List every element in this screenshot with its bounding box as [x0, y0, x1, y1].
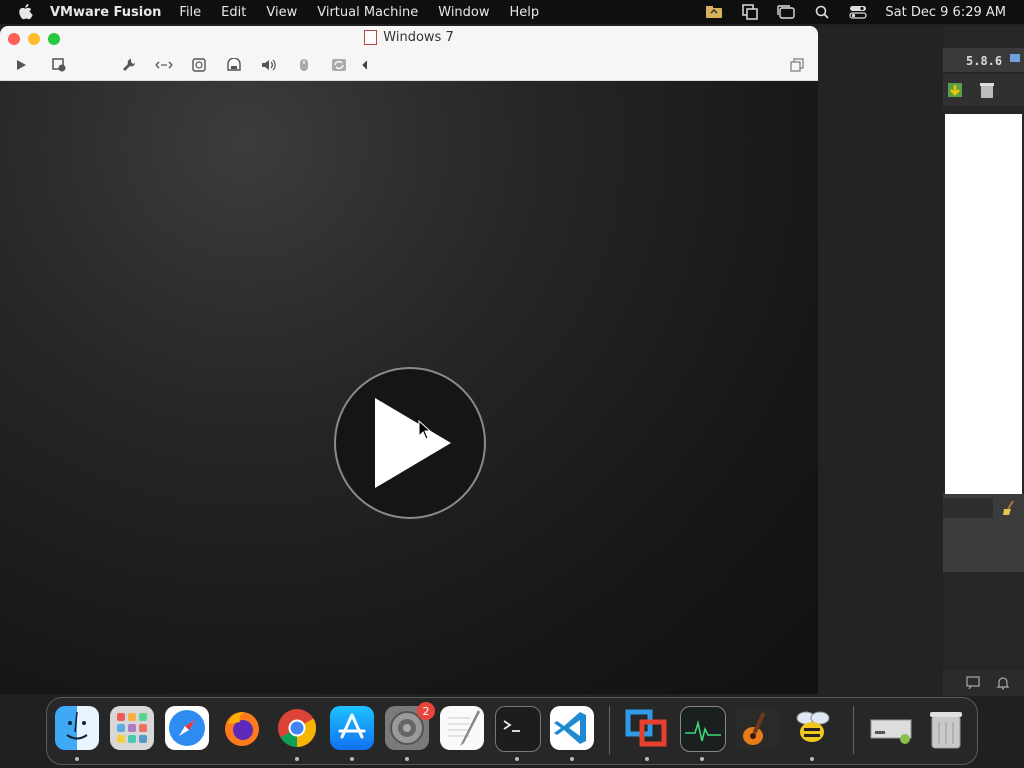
menu-window[interactable]: Window: [438, 5, 489, 20]
activity-monitor-icon[interactable]: [680, 706, 726, 752]
search-icon[interactable]: [813, 4, 831, 20]
broom-icon[interactable]: [1001, 500, 1017, 516]
command-input[interactable]: [943, 498, 993, 518]
window-title: Windows 7: [383, 30, 454, 45]
content-pane[interactable]: [945, 114, 1022, 494]
usb-icon[interactable]: [295, 56, 313, 74]
launchpad-icon[interactable]: [110, 706, 154, 750]
background-toolbar: [943, 74, 1024, 106]
apple-menu-icon[interactable]: [18, 3, 36, 21]
network-icon[interactable]: [155, 56, 173, 74]
menu-file[interactable]: File: [179, 5, 201, 20]
printer-icon[interactable]: [225, 56, 243, 74]
notification-badge: 2: [417, 702, 435, 720]
garageband-icon[interactable]: [735, 706, 779, 750]
snapshot-icon[interactable]: [50, 56, 68, 74]
bell-icon[interactable]: [996, 676, 1010, 690]
menu-view[interactable]: View: [266, 5, 297, 20]
settings-icon[interactable]: 2: [385, 702, 435, 750]
vmware-icon[interactable]: [625, 706, 669, 750]
app-name-menu[interactable]: VMware Fusion: [50, 5, 161, 20]
vm-window: Windows 7: [0, 26, 818, 694]
textedit-icon[interactable]: [440, 706, 484, 750]
fullscreen-icon[interactable]: [788, 56, 806, 74]
finder-icon[interactable]: [55, 706, 99, 750]
play-large-icon: [375, 398, 451, 488]
background-window[interactable]: 5.8.6: [818, 26, 1024, 696]
screen-mirror-icon[interactable]: [741, 4, 759, 20]
menu-help[interactable]: Help: [510, 5, 540, 20]
firefox-icon[interactable]: [220, 706, 264, 750]
menubar: VMware Fusion File Edit View Virtual Mac…: [0, 0, 1024, 24]
play-icon[interactable]: [12, 56, 30, 74]
app-store-icon[interactable]: [330, 706, 374, 750]
chrome-icon[interactable]: [275, 706, 319, 750]
cast-icon[interactable]: [966, 676, 980, 690]
chevron-left-icon[interactable]: [356, 56, 374, 74]
sound-icon[interactable]: [260, 56, 278, 74]
menu-edit[interactable]: Edit: [221, 5, 246, 20]
sync-icon[interactable]: [330, 56, 348, 74]
power-on-button[interactable]: [334, 367, 486, 519]
flag-icon: [1010, 54, 1020, 62]
trash-icon[interactable]: [924, 706, 968, 750]
vm-toolbar: [0, 56, 818, 76]
desktop: VMware Fusion File Edit View Virtual Mac…: [0, 0, 1024, 768]
safari-icon[interactable]: [165, 706, 209, 750]
menubar-clock[interactable]: Sat Dec 9 6:29 AM: [885, 5, 1006, 20]
storage-icon[interactable]: [869, 706, 913, 750]
vscode-icon[interactable]: [550, 706, 594, 750]
document-icon: [364, 30, 378, 45]
window-icon[interactable]: [777, 4, 796, 20]
trash-small-icon[interactable]: [977, 80, 997, 100]
title-bar[interactable]: Windows 7: [0, 26, 818, 81]
control-center-icon[interactable]: [849, 4, 868, 20]
install-icon[interactable]: [945, 80, 965, 100]
mouse-cursor: [418, 420, 432, 440]
terminal-icon[interactable]: [495, 706, 541, 752]
dock: 2: [46, 697, 978, 765]
vm-display[interactable]: [0, 81, 818, 694]
bee-icon[interactable]: [790, 706, 834, 750]
vmware-folder-icon[interactable]: [705, 4, 723, 20]
disk-icon[interactable]: [190, 56, 208, 74]
wrench-icon[interactable]: [120, 56, 138, 74]
version-label: 5.8.6: [966, 54, 1003, 68]
menu-virtual-machine[interactable]: Virtual Machine: [317, 5, 418, 20]
